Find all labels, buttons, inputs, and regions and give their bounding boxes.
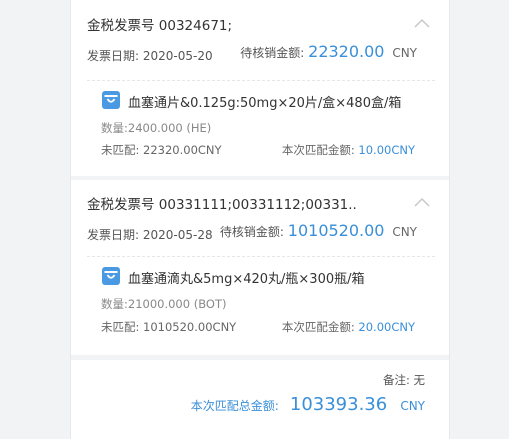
- item-quantity: 数量:21000.000 (BOT): [101, 297, 227, 311]
- section-separator: [71, 355, 449, 360]
- chevron-up-icon[interactable]: [413, 17, 431, 29]
- item-quantity: 数量:2400.000 (HE): [101, 121, 212, 135]
- divider: [87, 256, 435, 257]
- this-match-amount[interactable]: 本次匹配金额: 20.00CNY: [282, 319, 415, 335]
- invoice-card: 金税发票号 00324671; 发票日期: 2020-05-20 待核销金额: …: [71, 0, 449, 176]
- invoice-line-item: 血塞通滴丸&5mg×420丸/瓶×300瓶/箱 数量:21000.000 (BO…: [101, 266, 431, 346]
- item-name: 血塞通滴丸&5mg×420丸/瓶×300瓶/箱: [128, 272, 365, 287]
- remark: 备注: 无: [382, 373, 425, 387]
- this-match-amount[interactable]: 本次匹配金额: 10.00CNY: [282, 142, 415, 158]
- unmatched-amount: 未匹配: 1010520.00CNY: [101, 320, 237, 334]
- total-match-amount: 本次匹配总金额: 103393.36 CNY: [190, 394, 425, 415]
- invoice-date: 发票日期: 2020-05-20: [87, 49, 213, 63]
- invoice-title: 金税发票号 00331111;00331112;00331...: [87, 197, 357, 213]
- item-name: 血塞通片&0.125g:50mg×20片/盒×480盒/箱: [128, 96, 402, 111]
- shopping-bag-icon: [102, 91, 120, 109]
- pending-amount: 待核销金额: 1010520.00 CNY: [219, 221, 417, 240]
- invoice-match-panel: 金税发票号 00324671; 发票日期: 2020-05-20 待核销金额: …: [70, 0, 450, 439]
- shopping-bag-icon: [102, 267, 120, 285]
- unmatched-amount: 未匹配: 22320.00CNY: [101, 143, 222, 157]
- pending-amount: 待核销金额: 22320.00 CNY: [240, 42, 417, 61]
- invoice-card: 金税发票号 00331111;00331112;00331... 发票日期: 2…: [71, 180, 449, 355]
- invoice-line-item: 血塞通片&0.125g:50mg×20片/盒×480盒/箱 数量:2400.00…: [101, 90, 431, 170]
- invoice-title: 金税发票号 00324671;: [87, 18, 233, 34]
- chevron-up-icon[interactable]: [413, 196, 431, 208]
- divider: [87, 80, 435, 81]
- invoice-date: 发票日期: 2020-05-28: [87, 228, 213, 242]
